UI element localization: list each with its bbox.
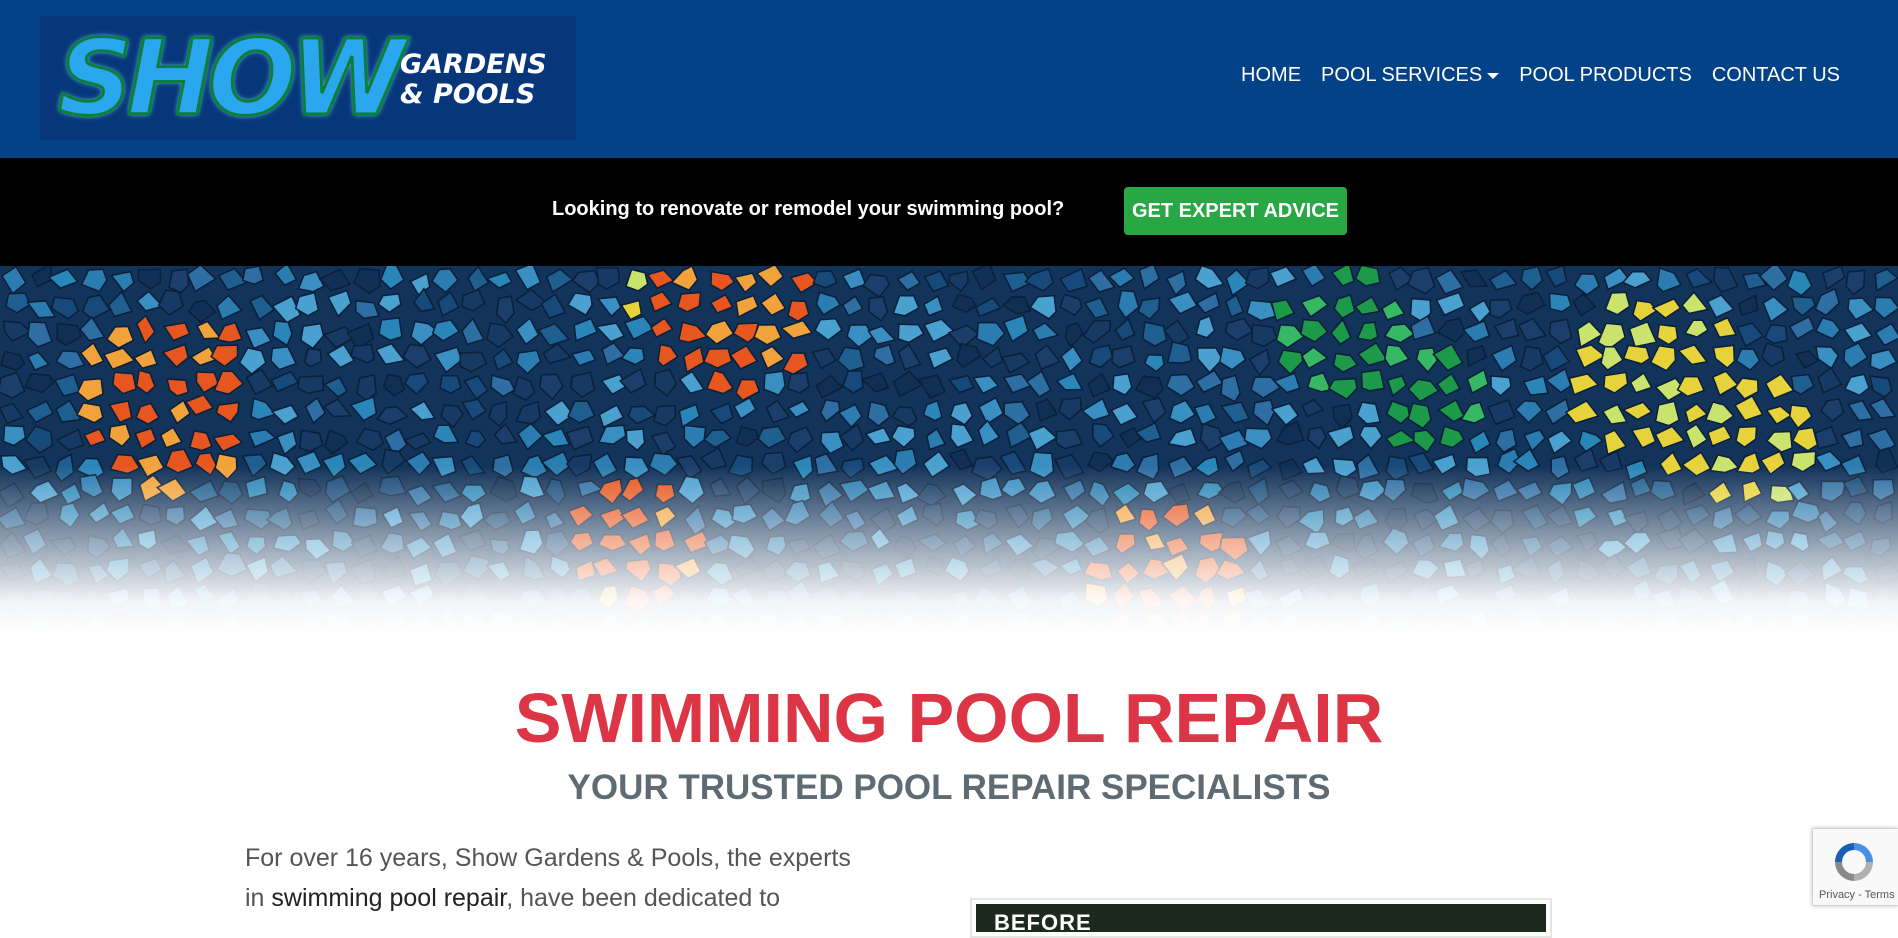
logo-show-wordmark: SHOW xyxy=(58,26,399,130)
cta-text: Looking to renovate or remodel your swim… xyxy=(552,198,1064,221)
nav-pool-services-label: POOL SERVICES xyxy=(1321,64,1482,87)
logo-sub-line2: & POOLS xyxy=(400,80,547,110)
before-image-card: BEFORE xyxy=(970,898,1552,938)
cta-bar: Looking to renovate or remodel your swim… xyxy=(0,158,1898,266)
hero-mosaic-image xyxy=(0,266,1898,636)
site-header: SHOW GARDENS & POOLS HOME POOL SERVICES … xyxy=(0,0,1898,158)
recaptcha-links[interactable]: Privacy - Terms xyxy=(1819,889,1895,901)
before-image: BEFORE xyxy=(976,904,1546,932)
nav-home-label: HOME xyxy=(1241,64,1301,87)
intro-paragraph: For over 16 years, Show Gardens & Pools,… xyxy=(245,838,865,918)
get-expert-advice-button[interactable]: GET EXPERT ADVICE xyxy=(1124,187,1347,235)
nav-pool-products-label: POOL PRODUCTS xyxy=(1519,64,1692,87)
main-nav: HOME POOL SERVICES POOL PRODUCTS CONTACT… xyxy=(1231,64,1850,87)
logo-subtitle: GARDENS & POOLS xyxy=(400,50,547,110)
page-subtitle: YOUR TRUSTED POOL REPAIR SPECIALISTS xyxy=(0,766,1898,810)
nav-pool-services[interactable]: POOL SERVICES xyxy=(1311,64,1509,87)
caret-down-icon xyxy=(1487,73,1499,79)
recaptcha-icon xyxy=(1831,839,1877,885)
nav-contact-us[interactable]: CONTACT US xyxy=(1702,64,1850,87)
swimming-pool-repair-link[interactable]: swimming pool repair xyxy=(271,884,506,912)
recaptcha-badge[interactable]: Privacy - Terms xyxy=(1812,828,1898,906)
brand-logo[interactable]: SHOW GARDENS & POOLS xyxy=(40,16,576,140)
intro-text-part2: , have been dedicated to xyxy=(506,884,780,912)
before-label: BEFORE xyxy=(994,910,1092,936)
nav-pool-products[interactable]: POOL PRODUCTS xyxy=(1509,64,1702,87)
page-title: SWIMMING POOL REPAIR xyxy=(0,676,1898,760)
nav-home[interactable]: HOME xyxy=(1231,64,1311,87)
nav-contact-us-label: CONTACT US xyxy=(1712,64,1840,87)
hero-fade-overlay xyxy=(0,466,1898,636)
logo-sub-line1: GARDENS xyxy=(400,50,547,80)
